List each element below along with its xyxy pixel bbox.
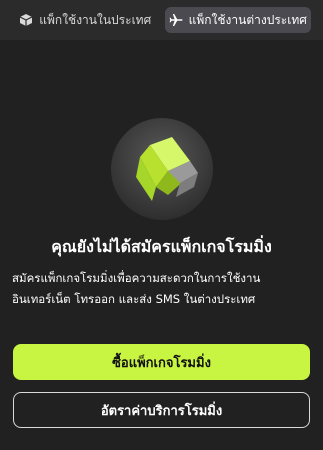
- tab-domestic-label: แพ็กใช้งานในประเทศ: [39, 12, 152, 27]
- tab-domestic-package[interactable]: แพ็กใช้งานในประเทศ: [12, 7, 159, 33]
- tab-international-package[interactable]: แพ็กใช้งานต่างประเทศ: [164, 7, 311, 33]
- roaming-rates-button[interactable]: อัตราค่าบริการโรมมิ่ง: [13, 392, 310, 428]
- buy-roaming-package-label: ซื้อแพ็กเกจโรมมิ่ง: [112, 355, 211, 371]
- empty-package-illustration: [110, 117, 214, 221]
- airplane-icon: [169, 13, 183, 27]
- empty-state-description: สมัครแพ็กเกจโรมมิ่งเพื่อความสะดวกในการใช…: [12, 271, 261, 306]
- empty-state-title: คุณยังไม่ได้สมัครแพ็กเกจโรมมิ่ง: [51, 237, 272, 256]
- roaming-package-screen: แพ็กใช้งานในประเทศ แพ็กใช้งานต่างประเทศ: [0, 0, 323, 450]
- roaming-rates-label: อัตราค่าบริการโรมมิ่ง: [100, 403, 223, 419]
- tab-international-label: แพ็กใช้งานต่างประเทศ: [188, 12, 307, 27]
- box-icon: [19, 13, 33, 27]
- buy-roaming-package-button[interactable]: ซื้อแพ็กเกจโรมมิ่ง: [13, 344, 310, 380]
- tab-bar: แพ็กใช้งานในประเทศ แพ็กใช้งานต่างประเทศ: [0, 0, 323, 40]
